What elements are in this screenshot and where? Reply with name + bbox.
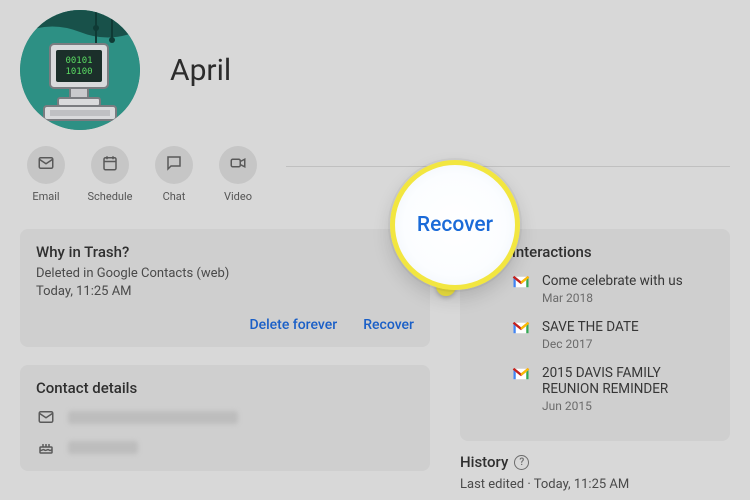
email-label: Email	[32, 190, 59, 203]
email-icon	[37, 154, 55, 176]
redacted-birthday	[68, 441, 138, 454]
delete-forever-button[interactable]: Delete forever	[249, 317, 337, 333]
gmail-icon	[512, 365, 530, 385]
email-icon	[36, 407, 56, 427]
interaction-title: 2015 DAVIS FAMILY REUNION REMINDER	[542, 365, 714, 397]
interaction-date: Mar 2018	[542, 291, 683, 305]
chat-label: Chat	[163, 190, 186, 203]
recover-button[interactable]: Recover	[363, 317, 414, 333]
chat-action[interactable]: Chat	[148, 146, 200, 203]
avatar: 00101 10100	[20, 10, 140, 130]
video-label: Video	[224, 190, 252, 203]
schedule-label: Schedule	[88, 190, 133, 203]
schedule-action[interactable]: Schedule	[84, 146, 136, 203]
trash-source: Deleted in Google Contacts (web)	[36, 265, 414, 283]
divider	[286, 166, 730, 167]
history-title: History	[460, 453, 508, 471]
trash-title: Why in Trash?	[36, 243, 414, 261]
contact-name: April	[170, 53, 231, 88]
help-icon[interactable]: ?	[514, 455, 529, 470]
details-title: Contact details	[36, 379, 414, 397]
callout-bubble: Recover	[390, 160, 520, 290]
history-section: History ? Last edited · Today, 11:25 AM	[460, 453, 730, 492]
svg-text:00101: 00101	[65, 56, 92, 66]
chat-icon	[165, 154, 183, 176]
trash-time: Today, 11:25 AM	[36, 283, 414, 301]
interaction-item[interactable]: Come celebrate with us Mar 2018	[512, 273, 714, 305]
gmail-icon	[512, 273, 530, 293]
interaction-date: Jun 2015	[542, 399, 714, 413]
interaction-title: SAVE THE DATE	[542, 319, 639, 335]
gmail-icon	[512, 319, 530, 339]
email-action[interactable]: Email	[20, 146, 72, 203]
video-icon	[229, 154, 247, 176]
cake-icon	[36, 437, 56, 457]
trash-card: Why in Trash? Deleted in Google Contacts…	[20, 229, 430, 347]
video-action[interactable]: Video	[212, 146, 264, 203]
callout-label: Recover	[417, 213, 493, 237]
interaction-item[interactable]: 2015 DAVIS FAMILY REUNION REMINDER Jun 20…	[512, 365, 714, 413]
interactions-title: interactions	[512, 243, 714, 261]
interaction-item[interactable]: SAVE THE DATE Dec 2017	[512, 319, 714, 351]
calendar-icon	[101, 154, 119, 176]
interaction-title: Come celebrate with us	[542, 273, 683, 289]
svg-text:10100: 10100	[65, 67, 92, 77]
contact-details-card: Contact details	[20, 365, 430, 471]
redacted-email	[68, 411, 238, 424]
interaction-date: Dec 2017	[542, 337, 639, 351]
history-line: Last edited · Today, 11:25 AM	[460, 477, 730, 492]
